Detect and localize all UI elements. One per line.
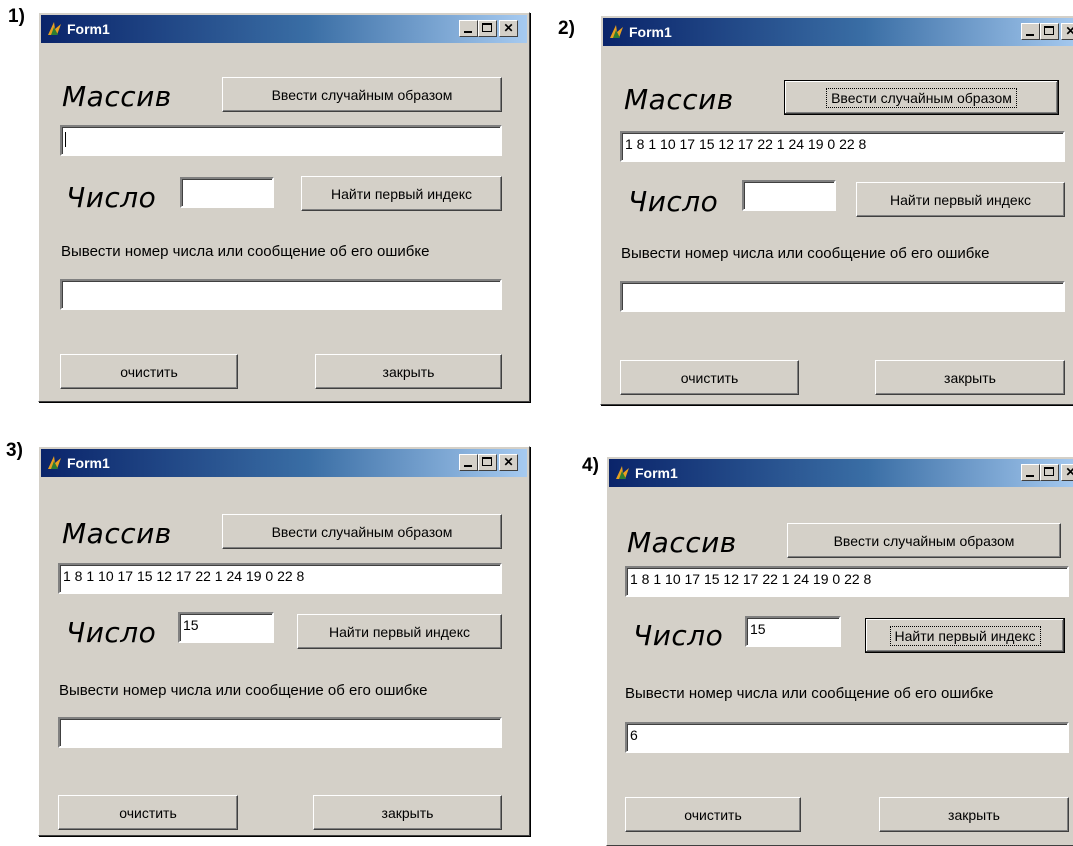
- massiv-label: Массив: [62, 517, 172, 550]
- array-field[interactable]: 1 8 1 10 17 15 12 17 22 1 24 19 0 22 8: [620, 131, 1065, 162]
- close-button[interactable]: закрыть: [315, 354, 502, 389]
- array-field[interactable]: 1 8 1 10 17 15 12 17 22 1 24 19 0 22 8: [58, 563, 502, 594]
- array-field-value: 1 8 1 10 17 15 12 17 22 1 24 19 0 22 8: [630, 571, 872, 587]
- random-fill-button[interactable]: Ввести случайным образом: [784, 80, 1059, 115]
- minimize-icon[interactable]: [459, 454, 478, 471]
- app-icon: [48, 22, 61, 35]
- close-icon[interactable]: ✕: [1061, 464, 1073, 481]
- find-first-index-button[interactable]: Найти первый индекс: [297, 614, 502, 649]
- clear-button[interactable]: очистить: [620, 360, 799, 395]
- random-fill-button-label: Ввести случайным образом: [826, 87, 1017, 108]
- number-field[interactable]: [180, 177, 274, 208]
- massiv-label: Массив: [627, 526, 737, 559]
- clear-button-label: очистить: [120, 363, 178, 380]
- chislo-label: Число: [66, 181, 157, 214]
- form-window: Form1 ✕ Массив Ввести случайным образом …: [600, 15, 1073, 405]
- massiv-label: Массив: [624, 83, 734, 116]
- find-first-index-button[interactable]: Найти первый индекс: [301, 176, 502, 211]
- random-fill-button-label: Ввести случайным образом: [271, 523, 453, 540]
- panel-number: 3): [6, 440, 23, 461]
- close-button-label: закрыть: [381, 804, 434, 821]
- title-bar[interactable]: Form1 ✕: [41, 449, 527, 477]
- array-field-value: 1 8 1 10 17 15 12 17 22 1 24 19 0 22 8: [625, 136, 867, 152]
- find-first-index-button-label: Найти первый индекс: [889, 625, 1041, 646]
- title-bar[interactable]: Form1 ✕: [609, 459, 1073, 487]
- array-field[interactable]: 1 8 1 10 17 15 12 17 22 1 24 19 0 22 8: [625, 566, 1069, 597]
- find-first-index-button-label: Найти первый индекс: [331, 185, 472, 202]
- close-icon[interactable]: ✕: [1061, 23, 1073, 40]
- clear-button[interactable]: очистить: [60, 354, 238, 389]
- maximize-icon[interactable]: [478, 454, 497, 471]
- number-field-value: 15: [750, 621, 766, 637]
- clear-button[interactable]: очистить: [625, 797, 801, 832]
- message-label: Вывести номер числа или сообщение об его…: [621, 245, 990, 262]
- text-caret: [65, 131, 66, 147]
- chislo-label: Число: [633, 619, 724, 652]
- app-icon: [616, 466, 629, 479]
- minimize-icon[interactable]: [459, 20, 478, 37]
- find-first-index-button[interactable]: Найти первый индекс: [865, 618, 1065, 653]
- result-field[interactable]: [58, 717, 502, 748]
- clear-button-label: очистить: [680, 369, 739, 386]
- close-button-label: закрыть: [948, 806, 1000, 823]
- form-window: Form1 ✕ Массив Ввести случайным образом …: [38, 12, 530, 402]
- clear-button-label: очистить: [684, 806, 742, 823]
- random-fill-button[interactable]: Ввести случайным образом: [787, 523, 1061, 558]
- app-icon: [48, 456, 61, 469]
- message-label: Вывести номер числа или сообщение об его…: [625, 685, 994, 702]
- title-bar[interactable]: Form1 ✕: [603, 18, 1073, 46]
- chislo-label: Число: [66, 616, 157, 649]
- panel-number: 4): [582, 455, 599, 476]
- message-label: Вывести номер числа или сообщение об его…: [61, 243, 430, 260]
- maximize-icon[interactable]: [478, 20, 497, 37]
- maximize-icon[interactable]: [1040, 464, 1059, 481]
- clear-button[interactable]: очистить: [58, 795, 238, 830]
- minimize-icon[interactable]: [1021, 464, 1040, 481]
- result-field[interactable]: [620, 281, 1065, 312]
- window-title: Form1: [67, 21, 110, 37]
- close-button[interactable]: закрыть: [879, 797, 1069, 832]
- random-fill-button-label: Ввести случайным образом: [833, 532, 1015, 549]
- result-field-value: 6: [630, 727, 638, 743]
- find-first-index-button[interactable]: Найти первый индекс: [856, 182, 1065, 217]
- panel-number: 2): [558, 18, 575, 39]
- close-button[interactable]: закрыть: [875, 360, 1065, 395]
- window-title: Form1: [629, 24, 672, 40]
- result-field[interactable]: 6: [625, 722, 1069, 753]
- panel-number: 1): [8, 6, 25, 27]
- result-field[interactable]: [60, 279, 502, 310]
- random-fill-button[interactable]: Ввести случайным образом: [222, 514, 502, 549]
- minimize-icon[interactable]: [1021, 23, 1040, 40]
- find-first-index-button-label: Найти первый индекс: [329, 623, 470, 640]
- number-field-value: 15: [183, 617, 199, 633]
- app-icon: [610, 25, 623, 38]
- number-field[interactable]: [742, 180, 836, 211]
- array-field-value: 1 8 1 10 17 15 12 17 22 1 24 19 0 22 8: [63, 568, 305, 584]
- find-first-index-button-label: Найти первый индекс: [890, 191, 1031, 208]
- form-window: Form1 ✕ Массив Ввести случайным образом …: [606, 456, 1073, 846]
- form-window: Form1 ✕ Массив Ввести случайным образом …: [38, 446, 530, 836]
- close-button-label: закрыть: [944, 369, 996, 386]
- close-button[interactable]: закрыть: [313, 795, 502, 830]
- maximize-icon[interactable]: [1040, 23, 1059, 40]
- window-title: Form1: [635, 465, 678, 481]
- random-fill-button-label: Ввести случайным образом: [271, 86, 453, 103]
- title-bar[interactable]: Form1 ✕: [41, 15, 527, 43]
- close-icon[interactable]: ✕: [499, 454, 518, 471]
- close-icon[interactable]: ✕: [499, 20, 518, 37]
- random-fill-button[interactable]: Ввести случайным образом: [222, 77, 502, 112]
- message-label: Вывести номер числа или сообщение об его…: [59, 682, 428, 699]
- massiv-label: Массив: [62, 80, 172, 113]
- number-field[interactable]: 15: [178, 612, 274, 643]
- array-field[interactable]: [60, 125, 502, 156]
- chislo-label: Число: [628, 185, 719, 218]
- clear-button-label: очистить: [119, 804, 177, 821]
- number-field[interactable]: 15: [745, 616, 841, 647]
- window-title: Form1: [67, 455, 110, 471]
- close-button-label: закрыть: [382, 363, 435, 380]
